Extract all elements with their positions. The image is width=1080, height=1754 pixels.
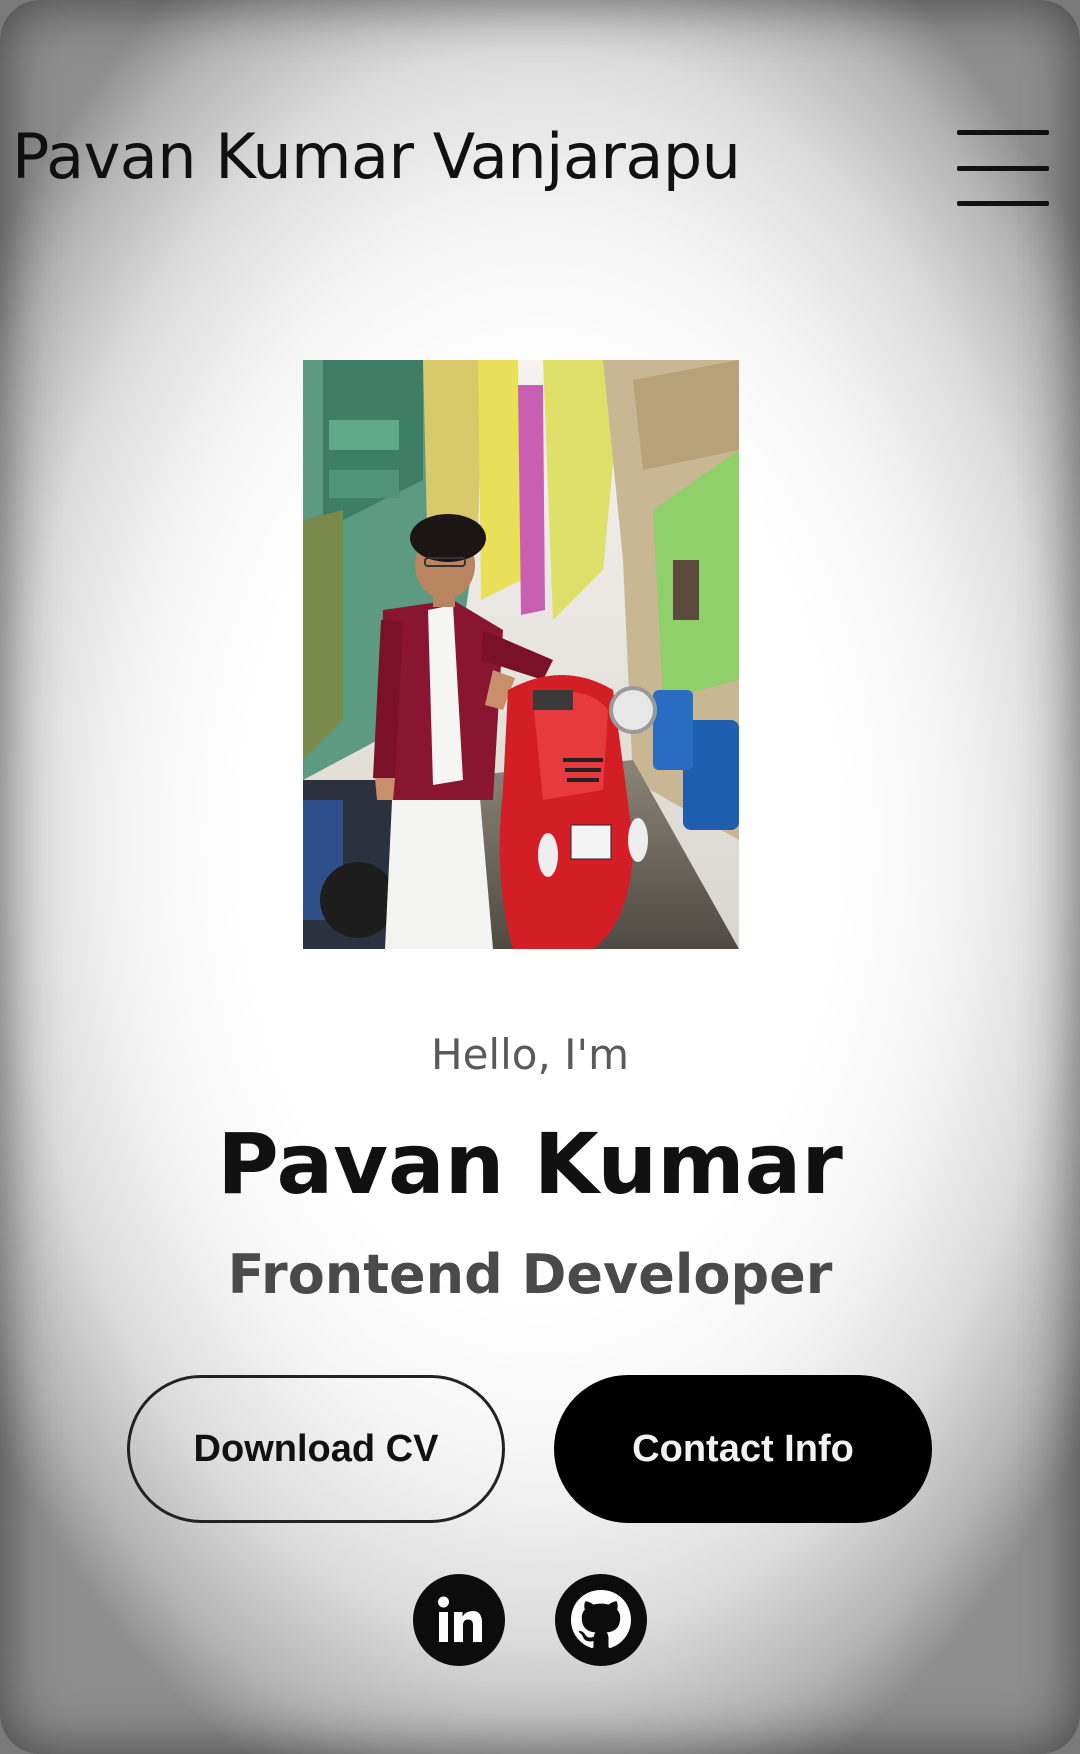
- hero-role: Frontend Developer: [227, 1243, 833, 1306]
- hamburger-menu-icon[interactable]: [957, 130, 1049, 206]
- page-frame: Pavan Kumar Vanjarapu Hello, I'm Pavan K…: [0, 0, 1080, 1754]
- site-title[interactable]: Pavan Kumar Vanjarapu: [12, 120, 741, 193]
- hamburger-line: [957, 201, 1049, 206]
- download-cv-button[interactable]: Download CV: [127, 1375, 505, 1523]
- profile-photo-illustration: [303, 360, 739, 949]
- github-icon-glyph: [555, 1574, 647, 1666]
- contact-info-button[interactable]: Contact Info: [554, 1375, 932, 1523]
- github-icon[interactable]: [553, 1572, 649, 1668]
- linkedin-icon-glyph: [413, 1574, 505, 1666]
- hamburger-line: [957, 130, 1049, 135]
- profile-photo: [303, 360, 739, 949]
- hero-greeting: Hello, I'm: [430, 1030, 629, 1079]
- hero-name: Pavan Kumar: [217, 1115, 843, 1213]
- linkedin-icon[interactable]: [411, 1572, 507, 1668]
- hamburger-line: [957, 165, 1049, 171]
